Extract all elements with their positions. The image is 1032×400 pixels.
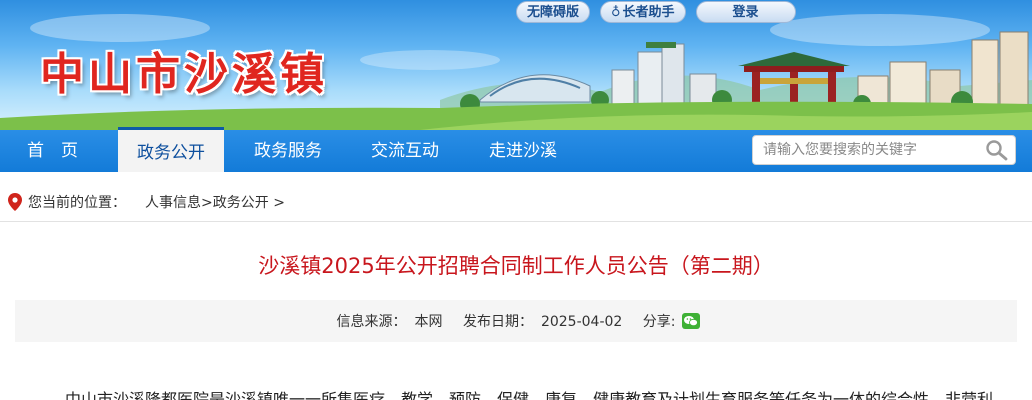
article-meta: 信息来源： 本网 发布日期： 2025-04-02 分享: (15, 300, 1017, 342)
date-field: 发布日期： 2025-04-02 (459, 314, 626, 330)
location-pin-icon (8, 193, 22, 211)
login-button[interactable]: 登录 (695, 1, 796, 23)
breadcrumb-item-government-affairs[interactable]: 政务公开 (213, 195, 269, 211)
date-label: 发布日期： (462, 314, 533, 330)
breadcrumb: 您当前的位置： 人事信息>政务公开 > (0, 182, 1032, 222)
map-pin-icon: ♁ (611, 5, 621, 20)
nav-item-government-services[interactable]: 政务服务 (254, 130, 322, 172)
nav-item-about-shaxi[interactable]: 走进沙溪 (489, 130, 557, 172)
breadcrumb-links: 人事信息>政务公开 > (145, 192, 285, 212)
elder-helper-label: 长者助手 (622, 5, 675, 20)
search-box (752, 135, 1016, 165)
search-input[interactable] (753, 136, 981, 164)
nav-item-home[interactable]: 首 页 (27, 130, 78, 172)
top-links: 无障碍版 ♁ 长者助手 登录 (516, 1, 796, 23)
breadcrumb-separator: > (273, 195, 285, 211)
wechat-share-icon[interactable] (681, 313, 700, 329)
main-nav: 首 页 政务公开 政务服务 交流互动 走进沙溪 (0, 127, 1032, 172)
source-label: 信息来源： (336, 314, 407, 330)
breadcrumb-item-personnel-info[interactable]: 人事信息 (145, 195, 201, 211)
accessibility-link[interactable]: 无障碍版 (516, 1, 591, 23)
breadcrumb-separator: > (201, 195, 213, 211)
site-title[interactable]: 中山市沙溪镇 (40, 38, 328, 102)
search-icon[interactable] (985, 139, 1009, 161)
source-field: 信息来源： 本网 (333, 314, 447, 330)
header-banner: 中山市沙溪镇 无障碍版 ♁ 长者助手 登录 (0, 0, 1032, 130)
elder-helper-link[interactable]: ♁ 长者助手 (600, 1, 686, 23)
article-body: 中山市沙溪隆都医院是沙溪镇唯一一所集医疗、教学、预防、保健、康复、健康教育及计划… (65, 390, 994, 400)
breadcrumb-label: 您当前的位置： (28, 195, 126, 211)
article-title: 沙溪镇2025年公开招聘合同制工作人员公告（第二期） (258, 254, 774, 278)
source-value: 本网 (414, 314, 443, 330)
nav-item-interaction[interactable]: 交流互动 (371, 130, 439, 172)
share-label: 分享: (642, 314, 676, 330)
share-field: 分享: (639, 313, 700, 330)
date-value: 2025-04-02 (540, 314, 623, 330)
nav-item-government-affairs[interactable]: 政务公开 (118, 127, 224, 172)
